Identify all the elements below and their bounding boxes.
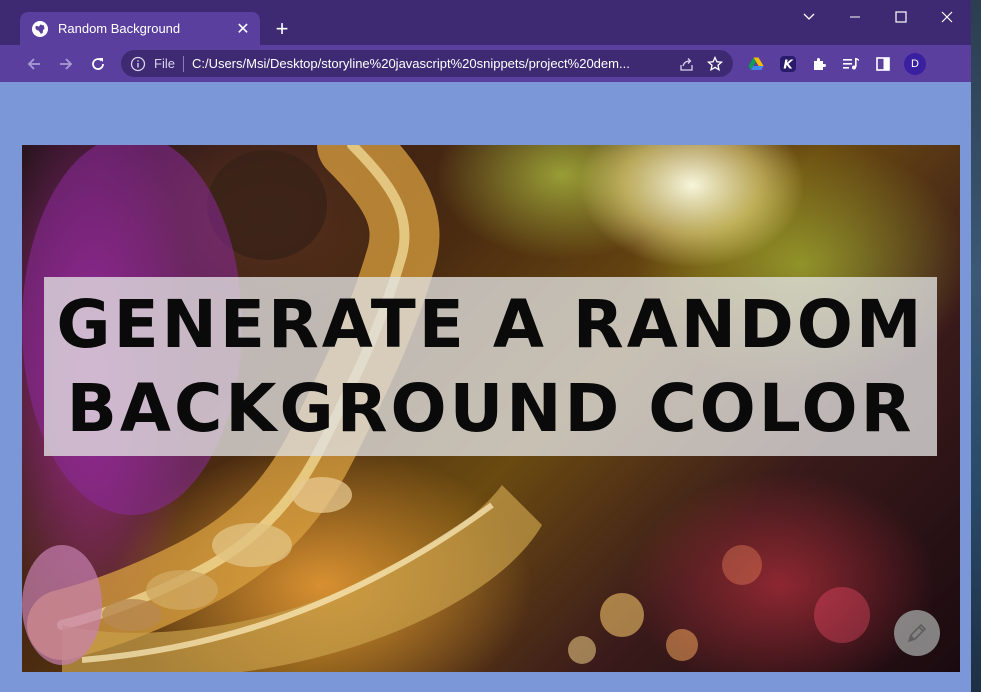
minimize-button[interactable] — [832, 0, 878, 34]
reload-button[interactable] — [84, 50, 112, 78]
arrow-left-icon — [27, 58, 40, 70]
reload-icon — [92, 58, 104, 70]
title-bar: Random Background ✕ + — [0, 0, 971, 45]
back-button[interactable] — [20, 50, 48, 78]
address-bar[interactable]: File C:/Users/Msi/Desktop/storyline%20ja… — [121, 50, 733, 77]
close-window-button[interactable] — [924, 0, 970, 34]
browser-tab[interactable]: Random Background ✕ — [20, 12, 260, 45]
puzzle-icon — [814, 58, 826, 70]
k-extension[interactable]: K — [775, 51, 801, 77]
page-body: GENERATE A RANDOM BACKGROUND COLOR — [0, 82, 971, 692]
heading-line-1: GENERATE A RANDOM — [56, 285, 925, 363]
side-panel-button[interactable] — [870, 51, 896, 77]
browser-window: Random Background ✕ + File C:/Users/Msi/… — [0, 0, 971, 692]
globe-icon — [32, 20, 48, 37]
k-icon: K — [780, 56, 796, 72]
extensions-button[interactable] — [807, 51, 833, 77]
hero-image: GENERATE A RANDOM BACKGROUND COLOR — [22, 145, 960, 672]
side-panel-icon — [876, 57, 890, 71]
address-separator — [182, 55, 184, 72]
close-icon — [941, 11, 953, 23]
star-icon — [707, 55, 723, 71]
pen-icon — [907, 623, 927, 643]
share-button[interactable] — [673, 50, 701, 77]
google-drive-icon — [748, 57, 764, 70]
arrow-right-icon — [60, 58, 73, 70]
profile-avatar[interactable]: D — [904, 53, 926, 75]
minimize-icon — [850, 16, 860, 18]
url-text[interactable]: C:/Users/Msi/Desktop/storyline%20javascr… — [192, 56, 673, 71]
tab-close-icon[interactable]: ✕ — [232, 18, 254, 40]
media-controls-button[interactable] — [838, 51, 864, 77]
edit-button[interactable] — [894, 610, 940, 656]
heading-line-2: BACKGROUND COLOR — [66, 369, 915, 447]
maximize-icon — [895, 11, 907, 23]
tab-title: Random Background — [58, 21, 181, 36]
google-drive-extension[interactable] — [743, 51, 769, 77]
browser-toolbar: File C:/Users/Msi/Desktop/storyline%20ja… — [0, 45, 971, 82]
info-icon[interactable] — [130, 56, 146, 72]
playlist-icon — [843, 58, 859, 70]
bookmark-button[interactable] — [701, 50, 729, 77]
chevron-down-icon — [803, 13, 815, 20]
share-icon — [680, 57, 693, 71]
forward-button[interactable] — [52, 50, 80, 78]
scheme-label: File — [154, 56, 175, 71]
tab-search-button[interactable] — [786, 0, 832, 34]
maximize-button[interactable] — [878, 0, 924, 34]
new-tab-button[interactable]: + — [268, 15, 296, 43]
heading-banner: GENERATE A RANDOM BACKGROUND COLOR — [44, 277, 937, 456]
